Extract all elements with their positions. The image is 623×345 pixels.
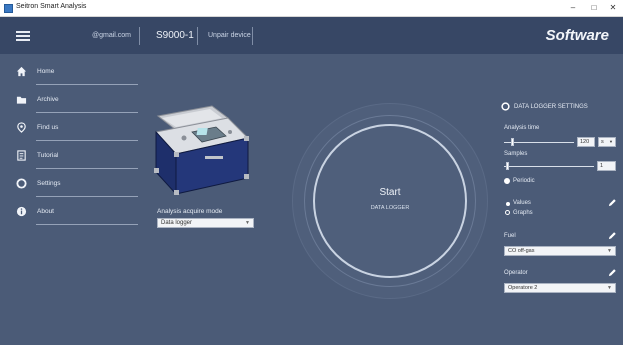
fuel-value: CO off-gas bbox=[508, 248, 535, 254]
location-icon bbox=[17, 122, 26, 133]
samples-input[interactable]: 1 bbox=[597, 161, 616, 171]
start-label: Start bbox=[379, 187, 401, 198]
values-radio[interactable] bbox=[506, 202, 510, 206]
sidebar-item-about[interactable]: About bbox=[0, 198, 138, 225]
settings-title: DATA LOGGER SETTINGS bbox=[514, 104, 588, 110]
sidebar-item-label: Settings bbox=[37, 180, 61, 187]
divider bbox=[36, 196, 138, 197]
chevron-down-icon: ▼ bbox=[607, 248, 612, 254]
sidebar-item-archive[interactable]: Archive bbox=[0, 86, 138, 113]
analysis-time-unit: s bbox=[601, 139, 604, 145]
window-title: Seitron Smart Analysis bbox=[16, 3, 87, 10]
graphs-radio[interactable] bbox=[505, 210, 510, 215]
chevron-down-icon: ▼ bbox=[245, 220, 250, 226]
acquire-mode-label: Analysis acquire mode bbox=[157, 208, 223, 215]
analyzer-case-image bbox=[154, 105, 249, 196]
tutorial-icon bbox=[17, 150, 26, 161]
samples-slider[interactable] bbox=[504, 166, 594, 167]
edit-pencil-icon[interactable] bbox=[608, 198, 617, 207]
divider bbox=[36, 112, 138, 113]
analysis-time-label: Analysis time bbox=[504, 125, 540, 131]
sidebar-item-label: Tutorial bbox=[37, 152, 59, 159]
main-area: Home Archive Find us Tutorial Settings A… bbox=[0, 54, 623, 345]
divider bbox=[36, 140, 138, 141]
folder-icon bbox=[16, 96, 27, 104]
analysis-time-input[interactable]: 120 bbox=[577, 137, 595, 147]
sidebar-item-label: About bbox=[37, 208, 54, 215]
header-divider bbox=[139, 27, 140, 45]
acquire-mode-select[interactable]: Data logger ▼ bbox=[157, 218, 254, 228]
sidebar-item-label: Home bbox=[37, 68, 55, 75]
home-icon bbox=[16, 66, 27, 77]
close-button[interactable]: ✕ bbox=[606, 2, 620, 14]
fuel-select[interactable]: CO off-gas ▼ bbox=[504, 246, 616, 256]
periodic-radio[interactable] bbox=[504, 178, 510, 184]
divider bbox=[36, 168, 138, 169]
window-titlebar: Seitron Smart Analysis – □ ✕ bbox=[0, 0, 623, 17]
edit-pencil-icon[interactable] bbox=[608, 231, 617, 240]
account-email: @gmail.com bbox=[92, 32, 132, 39]
header-divider bbox=[197, 27, 198, 45]
acquire-mode-value: Data logger bbox=[161, 220, 193, 226]
minimize-button[interactable]: – bbox=[566, 2, 580, 14]
operator-label: Operator bbox=[504, 270, 528, 276]
sidebar-item-label: Find us bbox=[37, 124, 59, 131]
header-divider bbox=[252, 27, 253, 45]
start-dial: Start DATA LOGGER bbox=[293, 104, 487, 298]
app-icon bbox=[4, 4, 13, 13]
hamburger-menu-icon[interactable] bbox=[16, 31, 30, 41]
samples-slider-thumb[interactable] bbox=[505, 162, 509, 170]
analysis-time-slider-thumb[interactable] bbox=[511, 138, 514, 146]
sidebar-item-home[interactable]: Home bbox=[0, 58, 138, 85]
sidebar-item-label: Archive bbox=[37, 96, 59, 103]
analysis-time-slider[interactable] bbox=[504, 142, 574, 143]
data-logger-settings-panel: DATA LOGGER SETTINGS Analysis time 120 s… bbox=[500, 54, 623, 345]
chevron-down-icon: ▼ bbox=[607, 285, 612, 291]
analysis-time-unit-select[interactable]: s ▼ bbox=[598, 137, 616, 147]
values-label: Values bbox=[513, 200, 531, 206]
start-subtitle: DATA LOGGER bbox=[370, 205, 410, 211]
sidebar-item-settings[interactable]: Settings bbox=[0, 170, 138, 197]
start-button[interactable] bbox=[313, 124, 467, 278]
brand-title: Software bbox=[545, 27, 609, 44]
divider bbox=[36, 84, 138, 85]
sidebar: Home Archive Find us Tutorial Settings A… bbox=[0, 54, 140, 345]
settings-icon bbox=[16, 178, 27, 189]
device-name: S9000-1 bbox=[156, 30, 194, 41]
edit-pencil-icon[interactable] bbox=[608, 268, 617, 277]
graphs-label: Graphs bbox=[513, 210, 533, 216]
info-icon bbox=[16, 206, 27, 217]
samples-label: Samples bbox=[504, 151, 528, 157]
app-header: @gmail.com S9000-1 Unpair device Softwar… bbox=[0, 17, 623, 54]
operator-select[interactable]: Operatore 2 ▼ bbox=[504, 283, 616, 293]
periodic-label: Periodic bbox=[513, 178, 535, 184]
unpair-device-link[interactable]: Unpair device bbox=[208, 32, 251, 39]
fuel-label: Fuel bbox=[504, 233, 516, 239]
settings-icon bbox=[501, 102, 510, 111]
chevron-down-icon: ▼ bbox=[609, 139, 613, 144]
sidebar-item-tutorial[interactable]: Tutorial bbox=[0, 142, 138, 169]
maximize-button[interactable]: □ bbox=[587, 2, 601, 14]
operator-value: Operatore 2 bbox=[508, 285, 538, 291]
divider bbox=[36, 224, 138, 225]
sidebar-item-find-us[interactable]: Find us bbox=[0, 114, 138, 141]
